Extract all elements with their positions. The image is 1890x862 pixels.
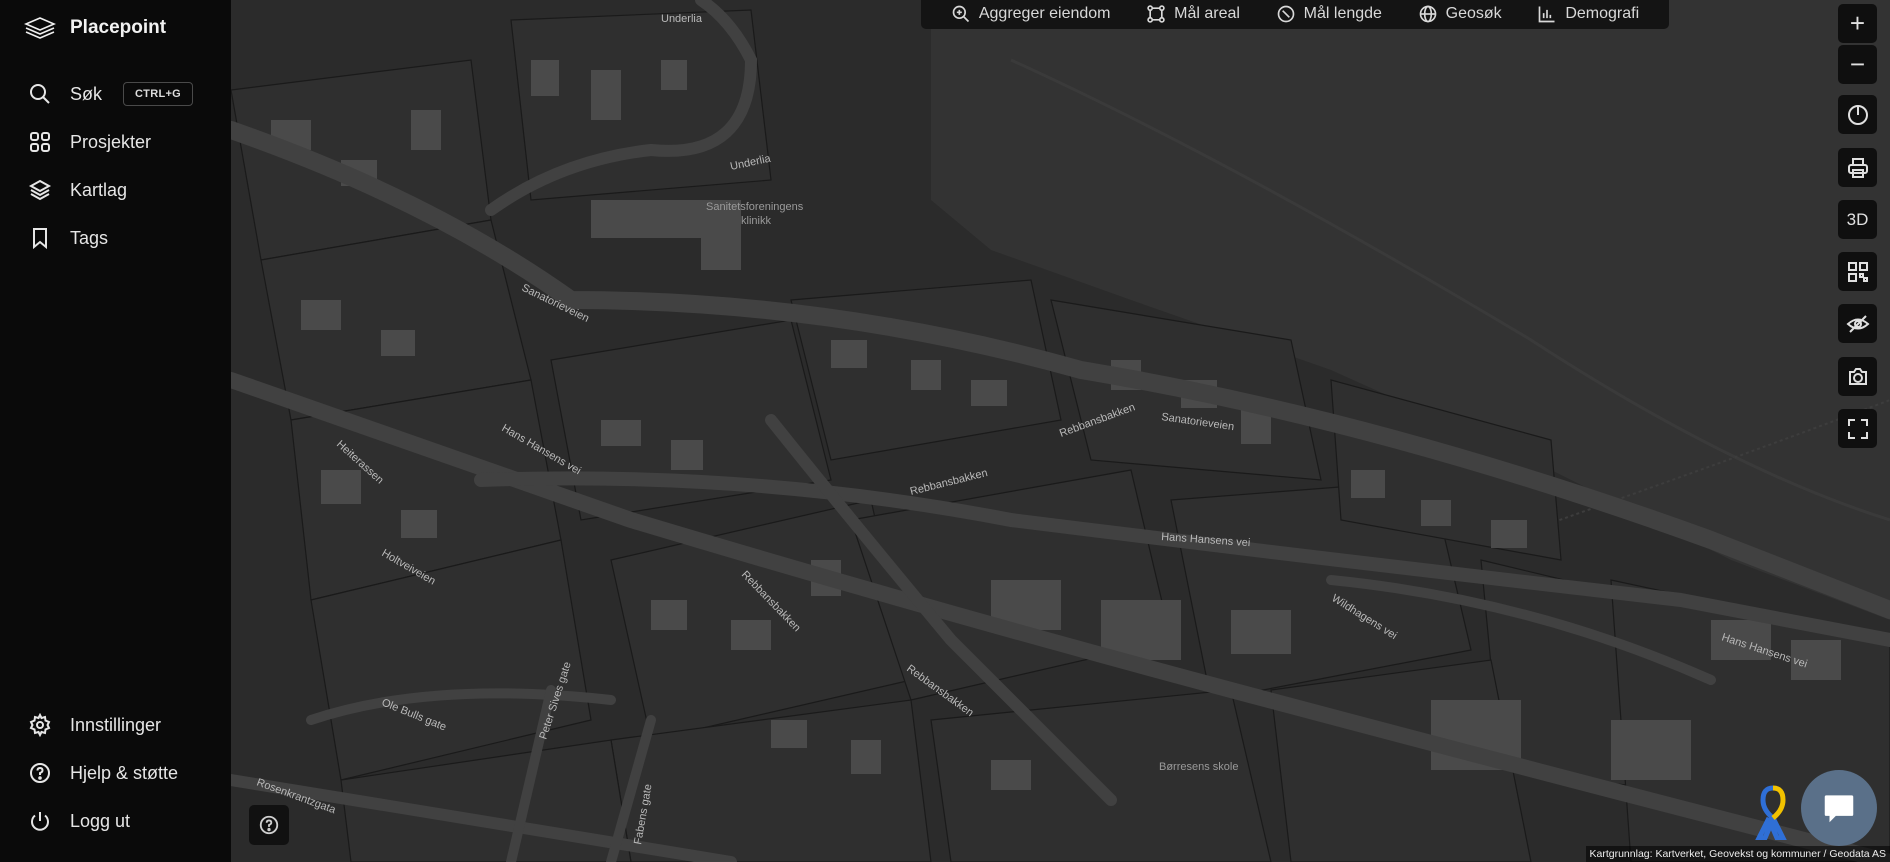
zoom-out-button[interactable]: −: [1838, 45, 1877, 84]
map-toolbar: Aggreger eiendom Mål areal Mål lengde Ge…: [921, 0, 1669, 29]
brand[interactable]: Placepoint: [24, 14, 166, 42]
measure-length-button[interactable]: Mål lengde: [1276, 4, 1382, 24]
search-icon: [30, 84, 50, 104]
sidebar-item-label: Tags: [70, 227, 109, 248]
sidebar-item-label: Prosjekter: [70, 131, 152, 152]
tool-label: Demografi: [1565, 4, 1640, 22]
layers-icon: [28, 179, 52, 201]
three-d-button[interactable]: 3D: [1838, 200, 1877, 239]
sidebar-item-tags[interactable]: Tags: [28, 224, 108, 252]
sidebar-item-label: Logg ut: [70, 810, 131, 831]
print-button[interactable]: [1838, 148, 1877, 187]
compass-button[interactable]: [1838, 95, 1877, 134]
sidebar-item-label: Hjelp & støtte: [70, 762, 179, 783]
layers-logo-icon: [24, 17, 56, 39]
zoom-in-button[interactable]: +: [1838, 4, 1877, 43]
ukraine-ribbon-icon: [1755, 785, 1787, 840]
sidebar-item-map-layers[interactable]: Kartlag: [28, 176, 127, 204]
eye-off-icon: [1846, 314, 1869, 333]
printer-icon: [1847, 157, 1868, 178]
camera-icon: [1848, 367, 1867, 385]
tool-label: Mål lengde: [1303, 4, 1382, 22]
measure-area-icon: [1147, 4, 1165, 23]
screenshot-button[interactable]: [1838, 357, 1877, 396]
tool-label: Mål areal: [1174, 4, 1240, 22]
compass-icon: [1847, 104, 1868, 125]
map-attribution: Kartgrunnlag: Kartverket, Geovekst og ko…: [1585, 846, 1890, 862]
tool-label: Geosøk: [1445, 4, 1502, 22]
sidebar-item-label: Innstillinger: [70, 714, 162, 735]
bookmark-icon: [33, 228, 47, 250]
map-help-button[interactable]: [249, 805, 289, 845]
fullscreen-icon: [1847, 418, 1868, 439]
sidebar-item-help[interactable]: Hjelp & støtte: [28, 759, 178, 787]
qr-code-icon: [1847, 261, 1868, 282]
svg-text:Sanitetsforeningens: Sanitetsforeningens: [706, 201, 804, 213]
aggregate-property-button[interactable]: Aggreger eiendom: [951, 4, 1111, 24]
measure-length-icon: [1277, 5, 1295, 22]
grid-icon: [30, 132, 50, 152]
fullscreen-button[interactable]: [1838, 409, 1877, 448]
sidebar-item-settings[interactable]: Innstillinger: [28, 711, 161, 739]
svg-text:klinikk: klinikk: [741, 215, 771, 227]
sidebar-item-logout[interactable]: Logg ut: [28, 807, 130, 835]
chat-support-button[interactable]: [1801, 770, 1877, 846]
help-icon: [259, 815, 279, 835]
hide-layers-button[interactable]: [1838, 304, 1877, 343]
bar-chart-icon: [1539, 6, 1555, 22]
chat-icon: [1824, 795, 1854, 823]
sidebar-item-search[interactable]: Søk: [28, 80, 102, 108]
gear-icon: [29, 713, 51, 737]
help-icon: [30, 763, 50, 783]
map-base-layer: Underlia Underlia Sanatorieveien Sanator…: [231, 0, 1890, 862]
qr-code-button[interactable]: [1838, 252, 1877, 291]
map-canvas[interactable]: Underlia Underlia Sanatorieveien Sanator…: [231, 0, 1890, 862]
sidebar-item-label: Søk: [70, 83, 103, 104]
demographics-button[interactable]: Demografi: [1537, 4, 1639, 24]
measure-area-button[interactable]: Mål areal: [1146, 4, 1240, 24]
sidebar-item-projects[interactable]: Prosjekter: [28, 128, 151, 156]
power-icon: [31, 812, 49, 831]
sidebar: Placepoint Søk CTRL+G Prosjekter Kartlag…: [0, 0, 231, 862]
sidebar-item-label: Kartlag: [70, 179, 128, 200]
svg-text:Børresens skole: Børresens skole: [1159, 761, 1238, 773]
aggregate-icon: [952, 5, 969, 22]
tool-label: Aggreger eiendom: [978, 4, 1111, 22]
search-shortcut-badge: CTRL+G: [123, 82, 193, 106]
globe-icon: [1419, 5, 1436, 22]
geosearch-button[interactable]: Geosøk: [1418, 4, 1502, 24]
svg-text:Rebbansbakken: Rebbansbakken: [909, 467, 989, 498]
svg-text:Underlia: Underlia: [661, 13, 703, 25]
app-name: Placepoint: [70, 17, 167, 38]
